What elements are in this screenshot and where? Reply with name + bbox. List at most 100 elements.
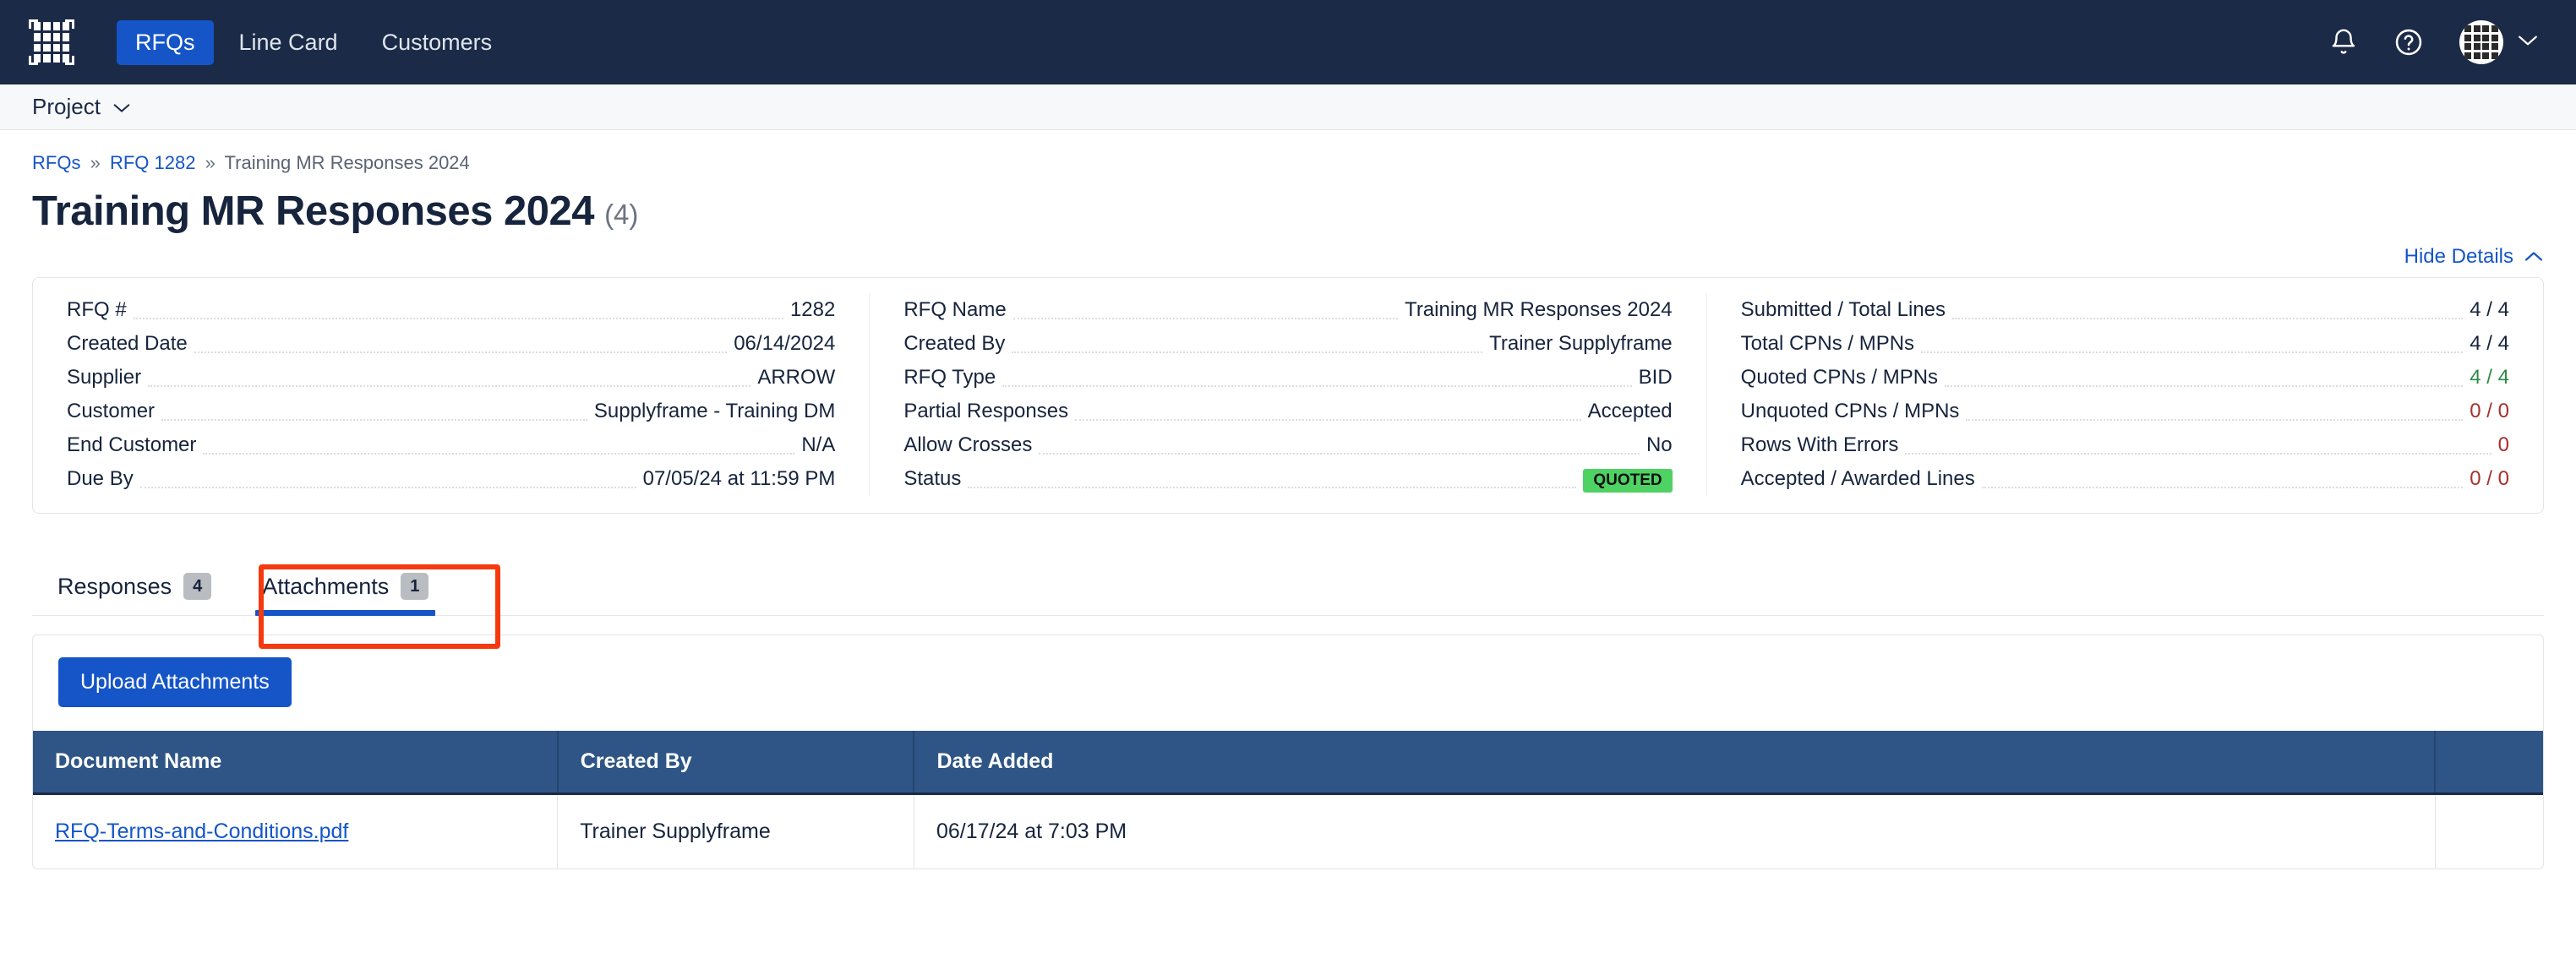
cell-created-by: Trainer Supplyframe [557,793,914,869]
tab-list: Responses 4 Attachments 1 [32,561,2544,616]
detail-value: BID [1638,366,1673,389]
details-column-2: RFQ Name Training MR Responses 2024 Crea… [869,293,1706,496]
detail-label: Due By [67,467,134,490]
project-bar: Project [0,84,2576,130]
detail-row-total-cpns-mpns: Total CPNs / MPNs 4 / 4 [1741,327,2509,361]
detail-label: Submitted / Total Lines [1740,298,1946,321]
hide-details-toggle[interactable]: Hide Details [2404,245,2544,269]
detail-row-created-by: Created By Trainer Supplyframe [903,327,1672,361]
detail-value: 4 / 4 [2470,366,2509,389]
tab-label: Responses [57,573,172,599]
leader-dots [1002,385,1632,387]
tab-count-badge: 4 [183,573,212,600]
breadcrumb: RFQs » RFQ 1282 » Training MR Responses … [32,130,2544,174]
nav-item-customers[interactable]: Customers [363,20,511,65]
detail-label: Partial Responses [903,400,1069,422]
detail-value: N/A [801,433,836,456]
bell-icon[interactable] [2329,27,2358,57]
leader-dots [148,385,751,387]
leader-dots [1012,351,1483,353]
detail-value: No [1645,433,1673,456]
detail-value: ARROW [757,366,836,389]
detail-value: 4 / 4 [2470,332,2509,355]
detail-row-rfq-number: RFQ # 1282 [67,293,835,327]
tab-responses[interactable]: Responses 4 [32,561,237,615]
breadcrumb-item-rfqs[interactable]: RFQs [32,152,80,173]
detail-row-accepted-awarded-lines: Accepted / Awarded Lines 0 / 0 [1741,462,2509,496]
chevron-down-icon [112,94,131,120]
detail-label: Unquoted CPNs / MPNs [1740,400,1960,422]
detail-label: Allow Crosses [903,433,1033,456]
detail-value: 06/14/2024 [734,332,836,355]
detail-row-rfq-name: RFQ Name Training MR Responses 2024 [903,293,1672,327]
breadcrumb-item-current: Training MR Responses 2024 [224,152,470,173]
page-content: RFQs » RFQ 1282 » Training MR Responses … [0,130,2576,869]
tab-count-badge: 1 [401,573,429,600]
leader-dots [1075,419,1581,421]
detail-row-partial-responses: Partial Responses Accepted [903,395,1672,428]
detail-label: Customer [67,400,156,422]
hide-details-row: Hide Details [32,245,2544,269]
breadcrumb-separator: » [205,152,216,173]
attachments-panel: Upload Attachments Document Name Created… [32,634,2544,869]
nav-item-rfqs[interactable]: RFQs [117,19,214,65]
detail-value: Training MR Responses 2024 [1405,298,1673,321]
column-header-document-name[interactable]: Document Name [33,731,559,795]
upload-attachments-button[interactable]: Upload Attachments [58,657,292,707]
detail-value: 4 / 4 [2470,298,2509,321]
detail-row-allow-crosses: Allow Crosses No [903,428,1672,462]
tab-label: Attachments [262,573,390,599]
leader-dots [1921,351,2464,353]
leader-dots [194,351,728,353]
column-header-created-by[interactable]: Created By [557,731,915,795]
status-badge: QUOTED [1583,469,1673,493]
avatar-menu[interactable] [2459,20,2539,64]
attachments-table: Document Name Created By Date Added RFQ-… [33,731,2543,869]
attachments-table-body: RFQ-Terms-and-Conditions.pdf Trainer Sup… [33,793,2543,869]
project-selector[interactable]: Project [32,94,131,120]
leader-dots [1012,318,1399,319]
details-column-3: Submitted / Total Lines 4 / 4 Total CPNs… [1706,293,2543,496]
table-header-row: Document Name Created By Date Added [33,731,2543,795]
detail-row-submitted-total-lines: Submitted / Total Lines 4 / 4 [1741,293,2509,327]
details-column-1: RFQ # 1282 Created Date 06/14/2024 Suppl… [33,293,869,496]
detail-label: RFQ Name [903,298,1007,321]
document-link[interactable]: RFQ-Terms-and-Conditions.pdf [55,820,348,843]
attachments-toolbar: Upload Attachments [33,635,2543,731]
grid-logo-icon[interactable] [29,19,74,65]
detail-value: Trainer Supplyframe [1489,332,1673,355]
detail-row-supplier: Supplier ARROW [67,361,835,395]
breadcrumb-item-rfq-1282[interactable]: RFQ 1282 [110,152,196,173]
leader-dots [1981,487,2464,488]
nav-item-line-card[interactable]: Line Card [221,20,357,65]
project-selector-label: Project [32,94,101,119]
breadcrumb-separator: » [90,152,101,173]
leader-dots [161,419,587,421]
tab-attachments[interactable]: Attachments 1 [237,561,454,616]
page-title: Training MR Responses 2024 [32,188,595,234]
tabs-section: Responses 4 Attachments 1 [32,561,2544,649]
detail-value: 1282 [789,298,836,321]
hide-details-label: Hide Details [2404,245,2513,268]
leader-dots [203,453,795,455]
detail-label: Accepted / Awarded Lines [1740,467,1975,490]
detail-value: 0 [2497,433,2509,456]
page-title-row: Training MR Responses 2024 (4) [32,188,2544,235]
detail-label: Rows With Errors [1740,433,1899,456]
detail-value: 0 / 0 [2470,467,2509,490]
leader-dots [1952,318,2464,319]
detail-label: Quoted CPNs / MPNs [1740,366,1939,389]
detail-row-due-by: Due By 07/05/24 at 11:59 PM [67,462,835,496]
cell-actions [2435,794,2543,869]
question-circle-icon[interactable] [2393,27,2424,57]
detail-row-created-date: Created Date 06/14/2024 [67,327,835,361]
detail-label: RFQ # [67,298,127,321]
detail-row-status: Status QUOTED [903,462,1673,496]
avatar-grid-icon [2459,20,2503,64]
leader-dots [968,487,1577,488]
column-header-date-added[interactable]: Date Added [914,731,2437,795]
detail-row-end-customer: End Customer N/A [67,428,835,462]
leader-dots [133,318,783,319]
leader-dots [1945,385,2464,387]
detail-label: Created Date [67,332,188,355]
